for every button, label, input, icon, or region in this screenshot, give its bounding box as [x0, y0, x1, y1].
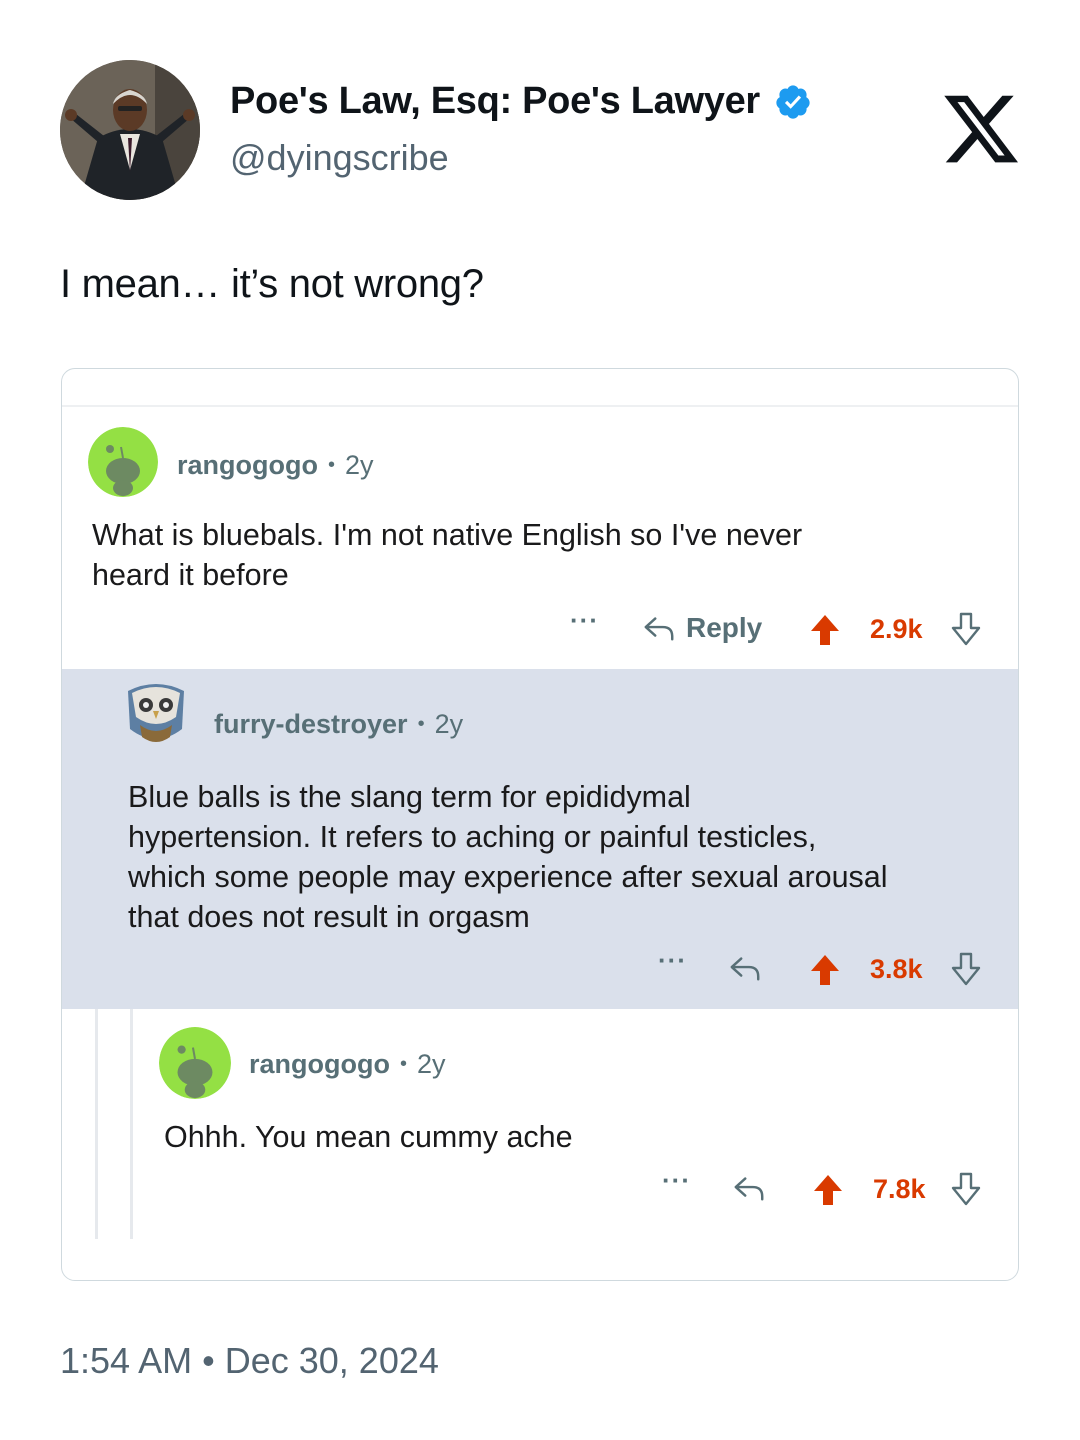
reddit-comment: rangogogo • 2y Ohhh. You mean cummy ache…: [62, 1009, 1018, 1239]
comment-line: that does not result in orgasm: [128, 900, 530, 934]
vote-score: 3.8k: [870, 954, 923, 984]
upvote-arrow-icon[interactable]: [809, 613, 841, 647]
comment-line: What is bluebals. I'm not native English…: [92, 518, 803, 552]
snoo-avatar-icon: [88, 427, 158, 497]
comment-actions: ··· Reply 2.9k: [62, 605, 1018, 651]
timestamp-separator: •: [202, 1340, 215, 1381]
display-name[interactable]: Poe's Law, Esq: Poe's Lawyer: [230, 80, 760, 123]
meta-dot: •: [399, 1053, 407, 1075]
more-options-icon[interactable]: ···: [570, 605, 599, 636]
vote-score: 7.8k: [873, 1174, 926, 1204]
comment-body: Ohhh. You mean cummy ache: [164, 1117, 573, 1157]
comment-age: 2y: [434, 709, 464, 739]
reddit-comment: rangogogo • 2y What is bluebals. I'm not…: [62, 407, 1018, 669]
upvote-arrow-icon[interactable]: [809, 953, 841, 987]
comment-age: 2y: [345, 450, 374, 480]
reply-arrow-icon: [734, 1177, 764, 1201]
comment-body: Blue balls is the slang term for epididy…: [128, 777, 888, 937]
owl-avatar-icon: [128, 684, 184, 742]
tweet-date: Dec 30, 2024: [224, 1340, 439, 1381]
reddit-avatar: [122, 677, 190, 749]
comment-line: Blue balls is the slang term for epididy…: [128, 780, 691, 814]
embedded-reddit-screenshot[interactable]: rangogogo • 2y What is bluebals. I'm not…: [61, 368, 1019, 1281]
reply-button[interactable]: Reply: [640, 611, 762, 645]
comment-line: hypertension. It refers to aching or pai…: [128, 820, 817, 854]
reddit-comment-highlighted: furry-destroyer • 2y Blue balls is the s…: [62, 669, 1018, 1009]
verified-badge-icon: [776, 84, 810, 119]
meta-dot: •: [327, 454, 335, 476]
reddit-avatar: [159, 1027, 231, 1099]
snoo-avatar-icon: [159, 1027, 231, 1099]
reddit-avatar: [88, 427, 158, 497]
profile-avatar[interactable]: [60, 60, 200, 200]
reply-arrow-icon: [730, 957, 760, 981]
comment-line: which some people may experience after s…: [128, 860, 888, 894]
upvote-arrow-icon[interactable]: [812, 1173, 844, 1207]
reply-label: Reply: [686, 612, 763, 643]
avatar-illustration: [60, 60, 200, 200]
comment-username[interactable]: furry-destroyer: [214, 709, 408, 740]
comment-actions: ··· 3.8k: [62, 945, 1018, 991]
meta-dot: •: [417, 713, 425, 735]
reply-button[interactable]: [730, 1171, 768, 1205]
comment-username[interactable]: rangogogo: [249, 1049, 390, 1080]
downvote-arrow-icon[interactable]: [950, 951, 982, 987]
comment-body: What is bluebals. I'm not native English…: [92, 515, 802, 595]
tweet-time: 1:54 AM: [60, 1340, 193, 1381]
tweet-text: I mean… it’s not wrong?: [60, 262, 484, 306]
downvote-arrow-icon[interactable]: [950, 1171, 982, 1207]
more-options-icon[interactable]: ···: [658, 945, 687, 976]
user-handle[interactable]: @dyingscribe: [230, 137, 449, 179]
comment-line: heard it before: [92, 558, 289, 592]
comment-age: 2y: [417, 1049, 446, 1079]
downvote-arrow-icon[interactable]: [950, 611, 982, 647]
comment-meta: furry-destroyer • 2y: [214, 709, 463, 740]
vote-score: 2.9k: [870, 614, 923, 644]
display-name-row[interactable]: Poe's Law, Esq: Poe's Lawyer: [230, 80, 812, 123]
comment-meta: rangogogo • 2y: [249, 1049, 446, 1080]
comment-actions: ··· 7.8k: [62, 1165, 1018, 1211]
more-options-icon[interactable]: ···: [662, 1165, 691, 1196]
reply-button[interactable]: [726, 951, 764, 985]
comment-meta: rangogogo • 2y: [177, 450, 374, 481]
tweet-timestamp[interactable]: 1:54 AM • Dec 30, 2024: [60, 1340, 439, 1382]
comment-line: Ohhh. You mean cummy ache: [164, 1120, 573, 1154]
reply-arrow-icon: [644, 617, 674, 641]
comment-username[interactable]: rangogogo: [177, 450, 318, 481]
x-logo-icon[interactable]: [940, 88, 1022, 170]
